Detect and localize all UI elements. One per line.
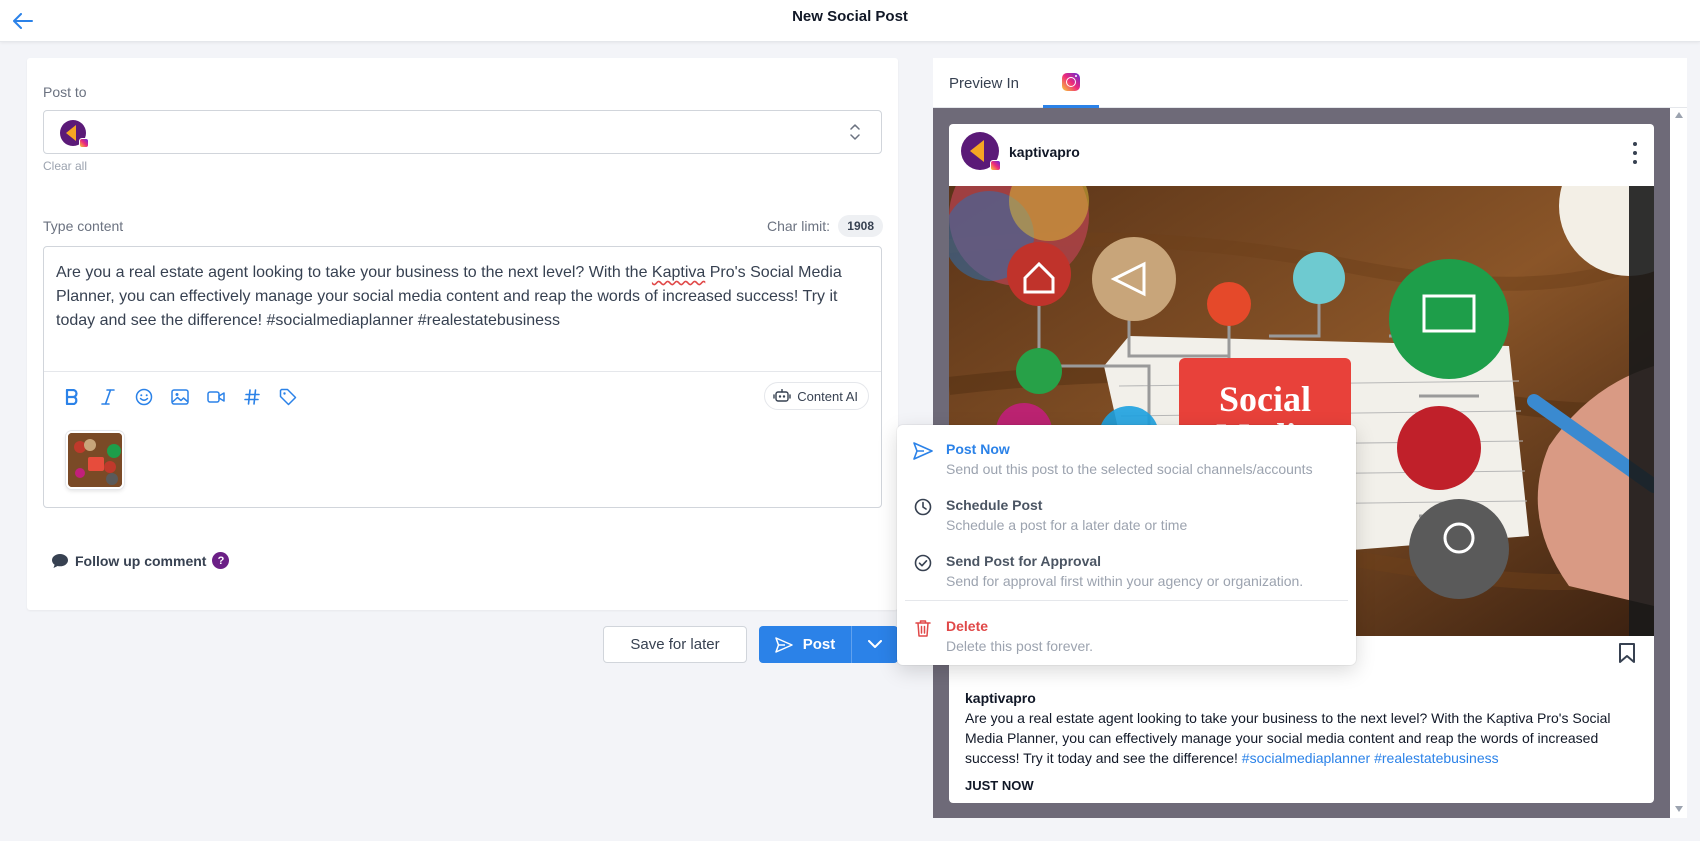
post-timestamp: JUST NOW (965, 778, 1034, 793)
preview-tabs: Preview In (933, 58, 1687, 108)
menu-divider (905, 600, 1348, 601)
menu-item-schedule-post[interactable]: Schedule Post Schedule a post for a late… (897, 491, 1356, 543)
content-editor[interactable]: Are you a real estate agent looking to t… (43, 246, 882, 508)
post-options-menu: Post Now Send out this post to the selec… (897, 425, 1356, 665)
comment-icon (52, 553, 68, 568)
media-thumbnail[interactable] (66, 431, 124, 489)
menu-title: Schedule Post (946, 497, 1043, 513)
preview-scrollbar[interactable] (1671, 108, 1687, 818)
save-for-later-button[interactable]: Save for later (603, 626, 747, 663)
post-avatar (961, 132, 1001, 171)
post-label: Post (802, 636, 836, 653)
bookmark-icon[interactable] (1618, 642, 1636, 664)
image-text-social: Social (1219, 379, 1311, 419)
check-circle-icon (913, 553, 933, 573)
menu-item-post-now[interactable]: Post Now Send out this post to the selec… (897, 435, 1356, 487)
chevron-up-down-icon (850, 124, 860, 140)
menu-title: Send Post for Approval (946, 553, 1102, 569)
top-bar: New Social Post (0, 0, 1700, 42)
post-username: kaptivapro (1009, 144, 1080, 160)
clear-all-link[interactable]: Clear all (43, 159, 87, 173)
content-ai-label: Content AI (797, 388, 858, 404)
menu-title: Post Now (946, 441, 1010, 457)
type-content-label: Type content (43, 218, 124, 234)
post-to-label: Post to (43, 84, 87, 100)
send-icon (913, 441, 933, 461)
content-text[interactable]: Are you a real estate agent looking to t… (56, 261, 866, 333)
image-icon[interactable] (168, 385, 192, 409)
send-icon (774, 636, 793, 653)
menu-description: Schedule a post for a later date or time (946, 517, 1188, 533)
composer-card: Post to Clear all Type content Char limi… (27, 58, 898, 610)
post-header: kaptivapro (949, 124, 1654, 186)
instagram-badge-icon (990, 160, 1001, 171)
robot-icon (773, 389, 791, 402)
more-options-icon[interactable] (1630, 142, 1640, 164)
content-ai-button[interactable]: Content AI (764, 382, 869, 410)
preview-in-label: Preview In (949, 75, 1020, 92)
bold-icon[interactable] (60, 385, 84, 409)
page-title: New Social Post (792, 8, 908, 25)
char-limit-label: Char limit: (766, 218, 830, 234)
account-select[interactable] (43, 110, 882, 154)
post-button[interactable]: Post (759, 626, 851, 663)
char-limit-badge: 1908 (838, 215, 883, 237)
follow-up-label: Follow up comment (75, 552, 207, 569)
scroll-up-icon[interactable] (1675, 112, 1683, 118)
clock-icon (913, 497, 933, 517)
menu-description: Send out this post to the selected socia… (946, 461, 1313, 477)
instagram-badge-icon (79, 138, 89, 148)
editor-divider (44, 371, 881, 372)
trash-icon (913, 618, 933, 638)
menu-description: Send for approval first within your agen… (946, 573, 1304, 589)
post-options-toggle[interactable] (851, 626, 898, 663)
hashtag-icon[interactable] (240, 385, 264, 409)
follow-up-comment[interactable]: Follow up comment ? (51, 552, 230, 569)
account-avatar[interactable] (60, 120, 89, 148)
scroll-down-icon[interactable] (1675, 806, 1683, 812)
menu-description: Delete this post forever. (946, 638, 1094, 654)
caption-username: kaptivapro (965, 690, 1036, 706)
emoji-icon[interactable] (132, 385, 156, 409)
menu-item-send-for-approval[interactable]: Send Post for Approval Send for approval… (897, 547, 1356, 599)
help-icon[interactable]: ? (212, 552, 230, 569)
tag-icon[interactable] (276, 385, 300, 409)
caption-hashtags[interactable]: #socialmediaplanner #realestatebusiness (1242, 750, 1499, 766)
post-caption: Are you a real estate agent looking to t… (965, 710, 1611, 766)
chevron-down-icon (868, 640, 882, 648)
instagram-icon (1062, 72, 1080, 91)
menu-title: Delete (946, 618, 989, 634)
video-icon[interactable] (204, 385, 228, 409)
menu-item-delete[interactable]: Delete Delete this post forever. (897, 612, 1356, 664)
italic-icon[interactable] (96, 385, 120, 409)
spellcheck-word: Kaptiva (651, 264, 706, 281)
tab-instagram[interactable] (1043, 58, 1099, 108)
